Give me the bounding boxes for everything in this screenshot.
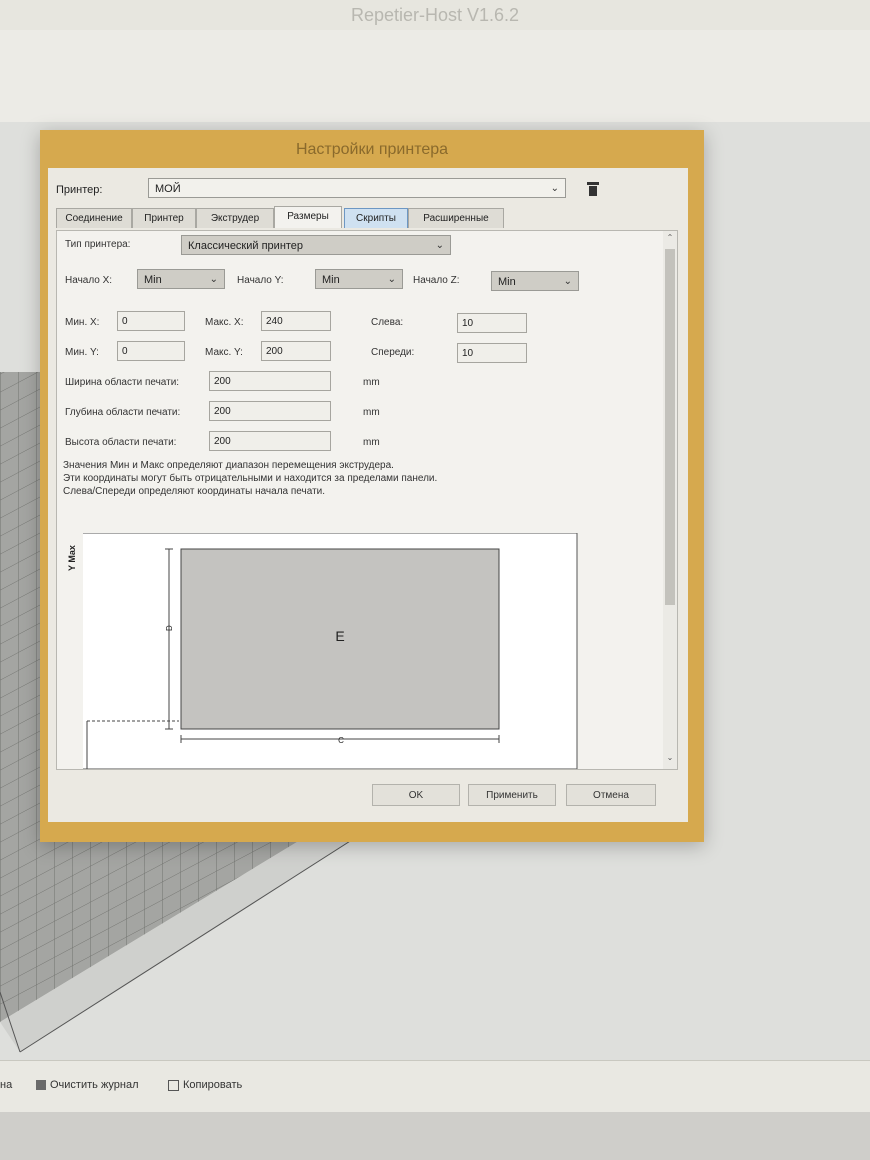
print-depth-label: Глубина области печати: [65,407,181,418]
front-input[interactable]: 10 [457,343,527,363]
scrollbar-thumb[interactable] [665,249,675,605]
chevron-down-icon[interactable]: ⌄ [665,753,675,765]
chevron-down-icon: ⌄ [550,183,559,194]
app-title: Repetier-Host V1.6.2 [0,0,870,30]
max-x-label: Макс. X: [205,317,244,328]
print-depth-unit: mm [363,407,380,418]
dialog-title[interactable]: Настройки принтера [40,130,704,168]
printer-settings-dialog: Настройки принтера Принтер: МОЙ ⌄ Соедин… [40,130,704,842]
printer-type-label: Тип принтера: [65,239,131,250]
dimensions-panel: Тип принтера: Классический принтер ⌄ Нач… [56,230,678,770]
print-width-label: Ширина области печати: [65,377,180,388]
min-x-label: Мин. X: [65,317,100,328]
print-width-unit: mm [363,377,380,388]
clear-log-button[interactable]: Очистить журнал [36,1079,139,1091]
chevron-down-icon: ⌄ [209,274,218,285]
printer-row: Принтер: МОЙ ⌄ [56,176,676,202]
tab-extruder[interactable]: Экструдер [196,208,274,228]
clear-log-label: Очистить журнал [50,1079,139,1091]
log-toolbar: на Очистить журнал Копировать [0,1060,870,1113]
dialog-content: Принтер: МОЙ ⌄ Соединение Принтер Экстру… [48,168,688,822]
dimensions-diagram: Y Max E D C [65,533,578,769]
depth-mark-label: D [165,625,174,631]
copy-log-label: Копировать [183,1079,243,1091]
max-y-input[interactable]: 200 [261,341,331,361]
chevron-up-icon[interactable]: ⌃ [665,233,675,245]
chevron-down-icon: ⌄ [387,274,396,285]
tab-dimensions[interactable]: Размеры [274,206,342,228]
log-left-fragment: на [0,1079,13,1091]
ok-button[interactable]: OK [372,784,460,806]
start-x-label: Начало X: [65,275,113,286]
start-z-value: Min [498,276,516,288]
printer-label: Принтер: [56,184,103,196]
start-x-value: Min [144,274,162,286]
tab-advanced[interactable]: Расширенные [408,208,504,228]
tab-printer[interactable]: Принтер [132,208,196,228]
printer-type-value: Классический принтер [188,240,304,252]
min-y-input[interactable]: 0 [117,341,185,361]
apply-button[interactable]: Применить [468,784,556,806]
start-z-select[interactable]: Min ⌄ [491,271,579,291]
chevron-down-icon: ⌄ [563,276,572,287]
delete-printer-button[interactable] [587,182,599,196]
printer-select[interactable]: МОЙ ⌄ [148,178,566,198]
print-height-label: Высота области печати: [65,437,177,448]
front-label: Спереди: [371,347,415,358]
help-line: Эти координаты могут быть отрицательными… [63,473,438,484]
print-height-unit: mm [363,437,380,448]
tab-scripts[interactable]: Скрипты [344,208,408,228]
dimensions-help-text: Значения Мин и Макс определяют диапазон … [63,459,437,498]
left-input[interactable]: 10 [457,313,527,333]
status-strip [0,1112,870,1160]
cancel-button[interactable]: Отмена [566,784,656,806]
start-y-select[interactable]: Min ⌄ [315,269,403,289]
max-y-label: Макс. Y: [205,347,243,358]
min-y-label: Мин. Y: [65,347,99,358]
chevron-down-icon: ⌄ [435,240,444,251]
tab-connection[interactable]: Соединение [56,208,132,228]
start-z-label: Начало Z: [413,275,460,286]
max-x-input[interactable]: 240 [261,311,331,331]
printer-select-value: МОЙ [155,183,181,195]
help-line: Слева/Спереди определяют координаты нача… [63,486,326,497]
print-area-label: E [335,628,344,644]
left-label: Слева: [371,317,404,328]
start-x-select[interactable]: Min ⌄ [137,269,225,289]
start-y-label: Начало Y: [237,275,284,286]
print-width-input[interactable]: 200 [209,371,331,391]
copy-icon [168,1079,179,1091]
trash-icon [36,1080,46,1090]
start-y-value: Min [322,274,340,286]
app-toolbar [0,30,870,122]
printer-type-select[interactable]: Классический принтер ⌄ [181,235,451,255]
min-x-input[interactable]: 0 [117,311,185,331]
trash-icon [587,182,599,185]
y-max-label: Y Max [67,545,77,571]
print-height-input[interactable]: 200 [209,431,331,451]
width-mark-label: C [338,736,344,745]
print-depth-input[interactable]: 200 [209,401,331,421]
help-line: Значения Мин и Макс определяют диапазон … [63,460,394,471]
copy-log-button[interactable]: Копировать [168,1079,242,1091]
panel-scrollbar[interactable]: ⌃ ⌄ [663,231,677,769]
